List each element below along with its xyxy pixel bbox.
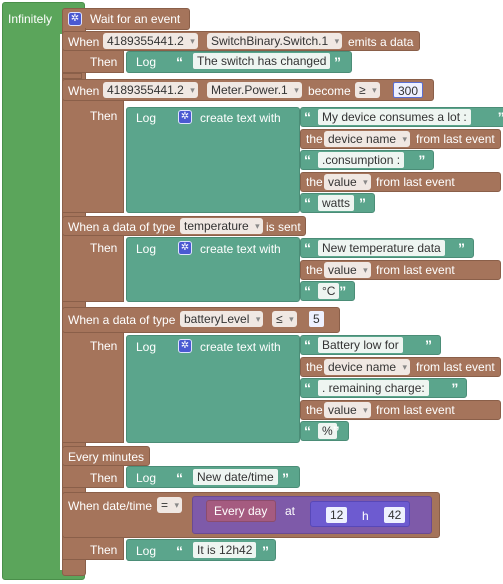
close-quote-icon: ” — [334, 54, 341, 70]
minute-value[interactable]: 42 — [384, 507, 406, 523]
open-quote-icon: “ — [176, 470, 183, 486]
become-label: become — [308, 84, 351, 98]
then-label: Then — [90, 241, 118, 255]
hour-value[interactable]: 12 — [326, 507, 348, 523]
open-quote-icon: “ — [304, 283, 311, 299]
open-quote-icon: “ — [304, 195, 311, 211]
from-last-event-label: from last event — [376, 402, 455, 417]
close-quote-icon: ” — [332, 423, 340, 439]
text-item-value[interactable]: watts — [318, 195, 355, 211]
device-dropdown[interactable]: 4189355441.2 — [103, 33, 198, 49]
event-field-dropdown[interactable]: device name — [324, 358, 411, 375]
when-type-label: When a data of type — [68, 220, 176, 234]
close-quote-icon: ” — [359, 195, 366, 211]
at-label: at — [285, 504, 296, 518]
wait-settings-gear-icon[interactable]: ✲ — [68, 12, 82, 26]
open-quote-icon: “ — [304, 423, 311, 439]
operator-dropdown[interactable]: = — [157, 497, 183, 513]
wait-label: Wait for an event — [90, 12, 181, 26]
the-label: the — [306, 131, 323, 146]
threshold-value[interactable]: 300 — [393, 82, 424, 98]
open-quote-icon: “ — [304, 240, 311, 256]
close-quote-icon: ” — [458, 240, 465, 256]
event-field-dropdown[interactable]: value — [324, 173, 371, 190]
close-quote-icon: ” — [339, 283, 347, 299]
threshold-value[interactable]: 5 — [309, 311, 324, 327]
log-label: Log — [136, 111, 157, 125]
then-label: Then — [90, 339, 118, 353]
the-label: the — [306, 174, 323, 189]
event-field-dropdown[interactable]: value — [324, 401, 371, 418]
open-quote-icon: “ — [176, 54, 183, 70]
close-quote-icon: ” — [262, 543, 269, 559]
data-type-dropdown[interactable]: batteryLevel — [180, 311, 264, 327]
operator-dropdown[interactable]: ≤ — [272, 311, 297, 327]
create-text-gear-icon[interactable]: ✲ — [178, 339, 192, 353]
frequency-label: Every day — [214, 504, 268, 518]
open-quote-icon: “ — [176, 543, 183, 559]
close-quote-icon: ” — [418, 152, 426, 168]
from-last-event-label: from last event — [416, 131, 495, 146]
source-dropdown[interactable]: Meter.Power.1 — [207, 82, 302, 98]
emits-label: emits a data — [348, 35, 414, 49]
event-field-dropdown[interactable]: value — [324, 261, 371, 278]
create-text-label: create text with — [200, 242, 281, 256]
the-label: the — [306, 402, 323, 417]
the-label: the — [306, 359, 323, 374]
text-item-value[interactable]: °C — [318, 283, 340, 299]
create-text-gear-icon[interactable]: ✲ — [178, 110, 192, 124]
then-label: Then — [90, 55, 118, 69]
every-minutes-label: Every minutes — [68, 450, 145, 464]
when-label: When — [68, 84, 100, 98]
create-text-label: create text with — [200, 111, 281, 125]
when-datetime-label: When date/time — [68, 499, 153, 513]
from-last-event-label: from last event — [376, 174, 455, 189]
log-text[interactable]: It is 12h42 — [193, 542, 257, 558]
close-quote-icon: ” — [498, 110, 503, 124]
log-text[interactable]: New date/time — [193, 469, 278, 485]
text-item-value[interactable]: New temperature data — [318, 240, 445, 256]
then-label: Then — [90, 109, 118, 123]
operator-dropdown[interactable]: ≥ — [355, 82, 380, 98]
create-text-gear-icon[interactable]: ✲ — [178, 241, 192, 255]
source-dropdown[interactable]: SwitchBinary.Switch.1 — [207, 33, 343, 49]
text-item-value[interactable]: My device consumes a lot : — [318, 109, 471, 125]
infinitely-label: Infinitely — [8, 12, 53, 26]
from-last-event-label: from last event — [376, 262, 455, 277]
the-label: the — [306, 262, 323, 277]
text-item-value[interactable]: .consumption : — [318, 152, 405, 168]
when-type-label: When a data of type — [68, 313, 176, 327]
close-quote-icon: ” — [425, 337, 432, 353]
log-text[interactable]: The switch has changed — [193, 53, 331, 69]
log-label: Log — [136, 471, 157, 485]
close-quote-icon: ” — [451, 380, 459, 396]
device-dropdown[interactable]: 4189355441.2 — [103, 82, 198, 98]
then-label: Then — [90, 543, 118, 557]
open-quote-icon: “ — [304, 152, 311, 168]
log-label: Log — [136, 544, 157, 558]
hour-separator-label: h — [362, 509, 369, 523]
log-label: Log — [136, 55, 157, 69]
is-sent-label: is sent — [266, 220, 301, 234]
open-quote-icon: “ — [304, 380, 311, 396]
data-type-dropdown[interactable]: temperature — [180, 218, 263, 234]
text-item-value[interactable]: . remaining charge: — [318, 380, 429, 396]
when-label: When — [68, 35, 100, 49]
then-label: Then — [90, 471, 118, 485]
open-quote-icon: “ — [304, 109, 311, 125]
from-last-event-label: from last event — [416, 359, 495, 374]
log-label: Log — [136, 242, 157, 256]
event-field-dropdown[interactable]: device name — [324, 130, 411, 147]
open-quote-icon: “ — [304, 337, 311, 353]
create-text-label: create text with — [200, 340, 281, 354]
log-label: Log — [136, 340, 157, 354]
close-quote-icon: ” — [282, 470, 289, 486]
text-item-value[interactable]: Battery low for — [318, 337, 403, 353]
